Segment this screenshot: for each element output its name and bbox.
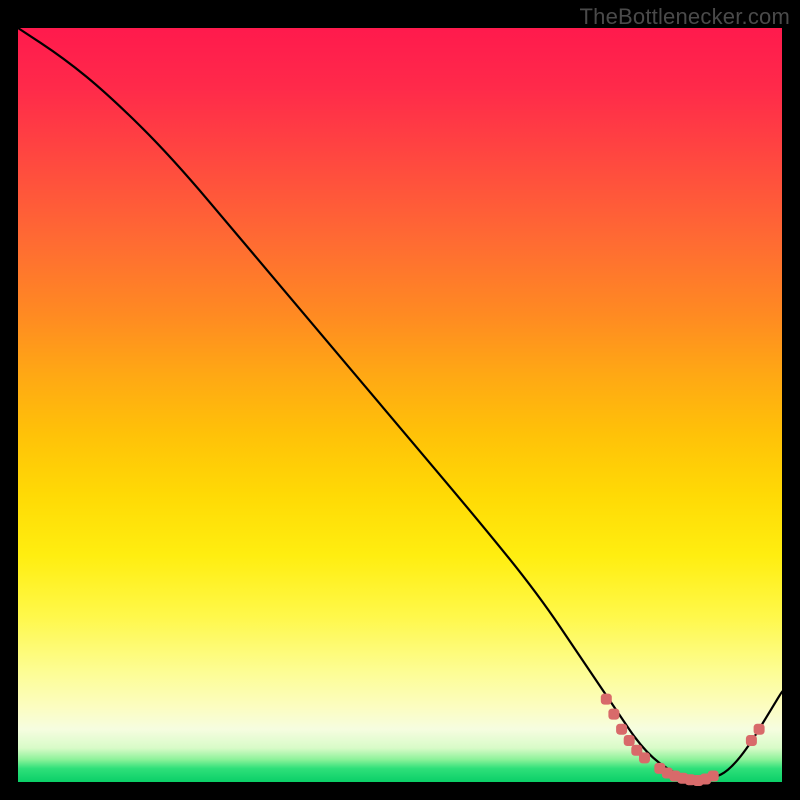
chart-container: TheBottlenecker.com	[0, 0, 800, 800]
curve-markers	[601, 694, 765, 786]
plot-area	[18, 28, 782, 782]
curve-marker	[601, 694, 612, 705]
curve-marker	[616, 724, 627, 735]
bottleneck-curve	[18, 28, 782, 779]
watermark-text: TheBottlenecker.com	[580, 4, 790, 30]
curve-marker	[639, 752, 650, 763]
curve-marker	[624, 735, 635, 746]
curve-marker	[754, 724, 765, 735]
curve-marker	[746, 735, 757, 746]
curve-marker	[608, 709, 619, 720]
curve-marker	[708, 771, 719, 782]
curve-svg	[18, 28, 782, 782]
